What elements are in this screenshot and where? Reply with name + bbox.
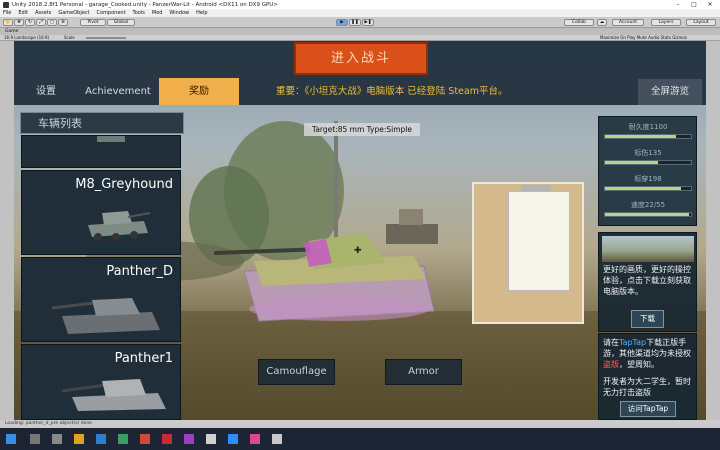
menu-window[interactable]: Window bbox=[169, 10, 189, 16]
taptap-text-part: 请在 bbox=[603, 338, 619, 347]
stat-label: 标穿198 bbox=[634, 175, 662, 183]
announcement-text: 重要：《小坦克大战》电脑版本 已经登陆 Steam平台。 bbox=[276, 86, 508, 97]
taptap-panel: 请在TapTap下载正版手游，其他渠道均为未授权盗版，望周知。 开发者为大二学生… bbox=[598, 333, 697, 420]
close-button[interactable]: ✕ bbox=[702, 0, 718, 9]
tank-model-panther-d: ✚ bbox=[214, 233, 435, 322]
window-title: Unity 2018.2.8f1 Personal - garage_Cooke… bbox=[12, 1, 278, 8]
layers-dropdown[interactable]: Layers bbox=[651, 19, 681, 26]
rect-tool-button[interactable]: ▢ bbox=[47, 19, 57, 26]
armor-button[interactable]: Armor bbox=[385, 359, 462, 385]
status-text: Loading: panther_d_pre object(s) done bbox=[5, 421, 92, 426]
scale-tool-button[interactable]: ⤢ bbox=[36, 19, 46, 26]
stat-penetration: 标穿198 bbox=[604, 174, 692, 198]
vehicle-card-panther1[interactable]: Panther1 bbox=[21, 344, 181, 420]
move-tool-button[interactable]: ✥ bbox=[14, 19, 24, 26]
m8-greyhound-icon bbox=[88, 211, 151, 241]
pc-version-ad-panel: 更好的画质，更好的操控体验，点击下载立刻获取电脑版本。 下载 bbox=[598, 232, 697, 332]
pivot-toggle[interactable]: Pivot bbox=[80, 19, 106, 26]
stat-bar-fill bbox=[605, 161, 659, 164]
taptap-text: 请在TapTap下载正版手游，其他渠道均为未授权盗版，望周知。 开发者为大二学生… bbox=[603, 337, 695, 398]
menu-bar: File Edit Assets GameObject Component To… bbox=[0, 9, 720, 17]
global-toggle[interactable]: Global bbox=[107, 19, 135, 26]
vehicle-name: M8_Greyhound bbox=[75, 177, 173, 192]
cloud-icon[interactable]: ☁ bbox=[597, 19, 607, 26]
menu-gameobject[interactable]: GameObject bbox=[58, 10, 89, 16]
taptap-link-text: TapTap bbox=[619, 338, 647, 347]
menu-mod[interactable]: Mod bbox=[152, 10, 163, 16]
transform-tool-button[interactable]: ⊕ bbox=[58, 19, 68, 26]
maximize-button[interactable]: □ bbox=[686, 0, 702, 9]
game-tab-label: Game bbox=[5, 29, 19, 34]
stat-bar-fill bbox=[605, 135, 676, 138]
pause-button[interactable]: ❚❚ bbox=[349, 19, 361, 26]
menu-help[interactable]: Help bbox=[196, 10, 207, 16]
window-titlebar: Unity 2018.2.8f1 Personal - garage_Cooke… bbox=[0, 0, 720, 9]
stat-label: 标伤135 bbox=[634, 149, 662, 157]
vehicle-list-title: 车辆列表 bbox=[20, 112, 184, 134]
ad-text: 更好的画质，更好的操控体验，点击下载立刻获取电脑版本。 bbox=[603, 265, 691, 296]
vehicle-card-m8-greyhound[interactable]: M8_Greyhound bbox=[21, 170, 181, 255]
stats-panel: 耐久度1100 标伤135 标穿198 速度22/55 bbox=[598, 116, 697, 226]
svg-text:✚: ✚ bbox=[354, 246, 362, 256]
game-viewport: ✚ 进入战斗 设置 Achievement 奖励 重要：《小坦克大战》电脑版本 … bbox=[14, 41, 706, 420]
step-button[interactable]: ▶❚ bbox=[362, 19, 374, 26]
scale-slider[interactable] bbox=[86, 37, 126, 39]
game-tab[interactable]: Game bbox=[0, 28, 720, 35]
fullscreen-button[interactable]: 全屏游览 bbox=[638, 79, 702, 105]
developer-note: 开发者为大二学生，暂时无力打击盗版 bbox=[603, 377, 691, 397]
layout-dropdown[interactable]: Layout bbox=[686, 19, 716, 26]
target-info-label: Target:85 mm Type:Simple bbox=[304, 123, 420, 136]
minimize-button[interactable]: – bbox=[670, 0, 686, 9]
play-button[interactable]: ▶ bbox=[336, 19, 348, 26]
tank-thumbnail-icon bbox=[97, 136, 125, 142]
menu-assets[interactable]: Assets bbox=[35, 10, 51, 16]
tab-settings[interactable]: 设置 bbox=[14, 78, 78, 105]
menu-component[interactable]: Component bbox=[97, 10, 126, 16]
stat-damage: 标伤135 bbox=[604, 148, 692, 172]
stat-bar bbox=[604, 134, 692, 139]
ad-image bbox=[602, 236, 694, 262]
vehicle-card-partial[interactable] bbox=[21, 135, 181, 168]
menu-tools[interactable]: Tools bbox=[133, 10, 145, 16]
stat-label: 耐久度1100 bbox=[628, 123, 668, 131]
piracy-text: 盗版 bbox=[603, 360, 619, 369]
window-controls: – □ ✕ bbox=[670, 0, 718, 9]
vehicle-card-panther-d[interactable]: Panther_D bbox=[21, 257, 181, 342]
download-button[interactable]: 下载 bbox=[631, 310, 664, 328]
panther-d-icon bbox=[52, 298, 160, 334]
collab-button[interactable]: Collab bbox=[564, 19, 594, 26]
editor-toolbar: ✋ ✥ ↻ ⤢ ▢ ⊕ Pivot Global ▶ ❚❚ ▶❚ Collab … bbox=[0, 17, 720, 28]
stat-bar-fill bbox=[605, 187, 681, 190]
taptap-text-part: ，望周知。 bbox=[619, 360, 659, 369]
taskbar-icons bbox=[6, 434, 282, 444]
stat-bar bbox=[604, 212, 692, 217]
hand-tool-button[interactable]: ✋ bbox=[3, 19, 13, 26]
rotate-tool-button[interactable]: ↻ bbox=[25, 19, 35, 26]
stat-label: 速度22/55 bbox=[630, 201, 666, 209]
camouflage-button[interactable]: Camouflage bbox=[258, 359, 335, 385]
tab-achievement[interactable]: Achievement bbox=[78, 78, 158, 105]
stat-bar bbox=[604, 160, 692, 165]
account-dropdown[interactable]: Account bbox=[612, 19, 644, 26]
vehicle-name: Panther1 bbox=[114, 351, 173, 366]
os-taskbar bbox=[0, 428, 720, 450]
clipboard-paper bbox=[508, 191, 570, 291]
enter-battle-button[interactable]: 进入战斗 bbox=[294, 42, 428, 75]
stat-bar bbox=[604, 186, 692, 191]
stat-durability: 耐久度1100 bbox=[604, 122, 692, 146]
stat-bar-fill bbox=[605, 213, 690, 216]
unity-icon bbox=[3, 1, 9, 8]
visit-taptap-button[interactable]: 访问TapTap bbox=[620, 401, 676, 417]
tab-rewards[interactable]: 奖励 bbox=[159, 78, 239, 105]
stat-speed: 速度22/55 bbox=[604, 200, 692, 224]
menu-edit[interactable]: Edit bbox=[18, 10, 28, 16]
panther1-icon bbox=[62, 379, 166, 411]
status-bar: Loading: panther_d_pre object(s) done bbox=[0, 420, 720, 428]
vehicle-name: Panther_D bbox=[106, 264, 173, 279]
menu-file[interactable]: File bbox=[3, 10, 11, 16]
